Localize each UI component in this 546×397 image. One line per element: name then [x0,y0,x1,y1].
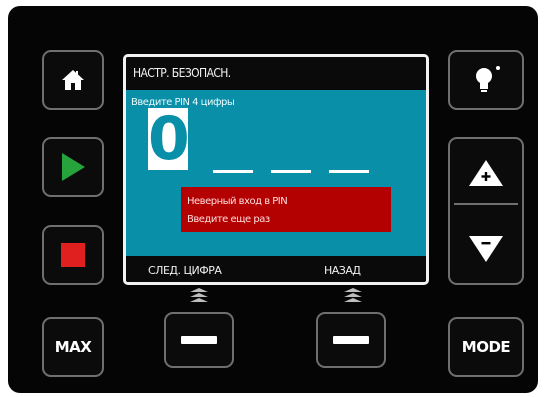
mode-button-label: MODE [461,338,511,356]
minus-bar-icon [181,336,217,344]
pin-digit-4[interactable] [329,170,369,173]
arrow-down-minus-icon [469,236,503,262]
stop-button[interactable] [42,225,104,285]
softkey-left-indicator [189,288,209,304]
mode-button[interactable]: MODE [448,317,524,377]
up-button[interactable] [448,137,524,209]
screen-header: НАСТР. БЕЗОПАСН. [126,57,426,90]
stop-icon [61,243,85,267]
softkey-right-label: НАЗАД [324,264,361,277]
minus-bar-icon [333,336,369,344]
light-button[interactable] [448,50,524,110]
lightbulb-icon [476,66,500,92]
play-icon [62,153,85,181]
softkey-right-button[interactable] [316,312,386,368]
down-button[interactable] [448,213,524,285]
error-line-1: Неверный вход в PIN [187,196,288,207]
screen-footer: СЛЕД. ЦИФРА НАЗАД [126,256,426,282]
pin-digit-1[interactable]: 0 [148,108,190,170]
pin-digit-2[interactable] [213,170,253,173]
error-message: Неверный вход в PIN Введите еще раз [181,187,391,232]
error-line-2: Введите еще раз [187,214,270,225]
softkey-left-button[interactable] [164,312,234,368]
pin-digit-3[interactable] [271,170,311,173]
max-button[interactable]: MAX [42,317,104,377]
max-button-label: MAX [54,338,92,356]
screen-title: НАСТР. БЕЗОПАСН. [133,66,231,80]
softkey-left-label: СЛЕД. ЦИФРА [148,264,222,277]
arrow-up-plus-icon [469,160,503,186]
start-button[interactable] [42,137,104,197]
home-button[interactable] [42,50,104,110]
softkey-right-indicator [343,288,363,304]
home-icon [62,70,84,90]
lcd-display: НАСТР. БЕЗОПАСН. Введите PIN 4 цифры 0 Н… [123,54,429,285]
